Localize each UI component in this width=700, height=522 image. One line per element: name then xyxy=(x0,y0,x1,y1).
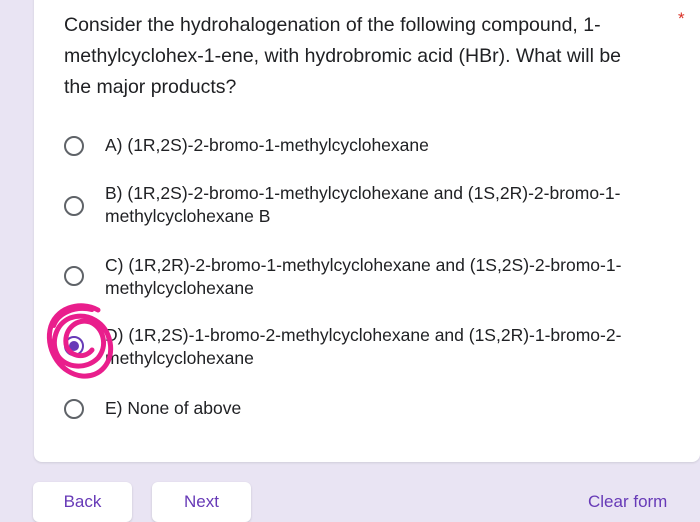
radio-button-e[interactable] xyxy=(64,399,84,419)
option-c-label[interactable]: C) (1R,2R)-2-bromo-1-methylcyclohexane a… xyxy=(105,254,665,300)
option-e[interactable]: E) None of above xyxy=(64,397,664,421)
option-d[interactable]: D) (1R,2S)-1-bromo-2-methylcyclohexane a… xyxy=(64,324,664,372)
option-c[interactable]: C) (1R,2R)-2-bromo-1-methylcyclohexane a… xyxy=(64,254,664,302)
next-button[interactable]: Next xyxy=(152,482,251,522)
clear-form-link[interactable]: Clear form xyxy=(588,492,667,512)
option-e-label[interactable]: E) None of above xyxy=(105,397,665,420)
next-button-label: Next xyxy=(184,492,219,511)
radio-button-c[interactable] xyxy=(64,266,84,286)
option-c-line-1: C) (1R,2R)-2-bromo-1-methylcyclohexane a… xyxy=(105,255,622,275)
question-text: Consider the hydrohalogenation of the fo… xyxy=(64,10,654,103)
option-a-line-1: A) (1R,2S)-2-bromo-1-methylcyclohexane xyxy=(105,135,429,155)
option-b-label[interactable]: B) (1R,2S)-2-bromo-1-methylcyclohexane a… xyxy=(105,182,665,228)
option-b[interactable]: B) (1R,2S)-2-bromo-1-methylcyclohexane a… xyxy=(64,182,664,230)
option-a[interactable]: A) (1R,2S)-2-bromo-1-methylcyclohexane xyxy=(64,134,664,158)
option-b-line-2: methylcyclohexane B xyxy=(105,206,271,226)
option-d-label[interactable]: D) (1R,2S)-1-bromo-2-methylcyclohexane a… xyxy=(105,324,665,370)
question-line-3: the major products? xyxy=(64,76,237,98)
required-indicator: * xyxy=(678,9,685,28)
option-d-line-1: D) (1R,2S)-1-bromo-2-methylcyclohexane a… xyxy=(105,325,622,345)
back-button-label: Back xyxy=(63,492,102,511)
radio-button-b[interactable] xyxy=(64,196,84,216)
radio-button-d[interactable] xyxy=(64,336,84,356)
option-c-line-2: methylcyclohexane xyxy=(105,278,254,298)
option-e-line-1: E) None of above xyxy=(105,398,242,418)
option-a-label[interactable]: A) (1R,2S)-2-bromo-1-methylcyclohexane xyxy=(105,134,665,157)
question-line-1: Consider the hydrohalogenation of the fo… xyxy=(64,14,601,36)
back-button[interactable]: Back xyxy=(33,482,132,522)
question-line-2: methylcyclohex-1-ene, with hydrobromic a… xyxy=(64,45,622,67)
radio-button-a[interactable] xyxy=(64,136,84,156)
option-b-line-1: B) (1R,2S)-2-bromo-1-methylcyclohexane a… xyxy=(105,183,621,203)
option-d-line-2: methylcyclohexane xyxy=(105,348,254,368)
